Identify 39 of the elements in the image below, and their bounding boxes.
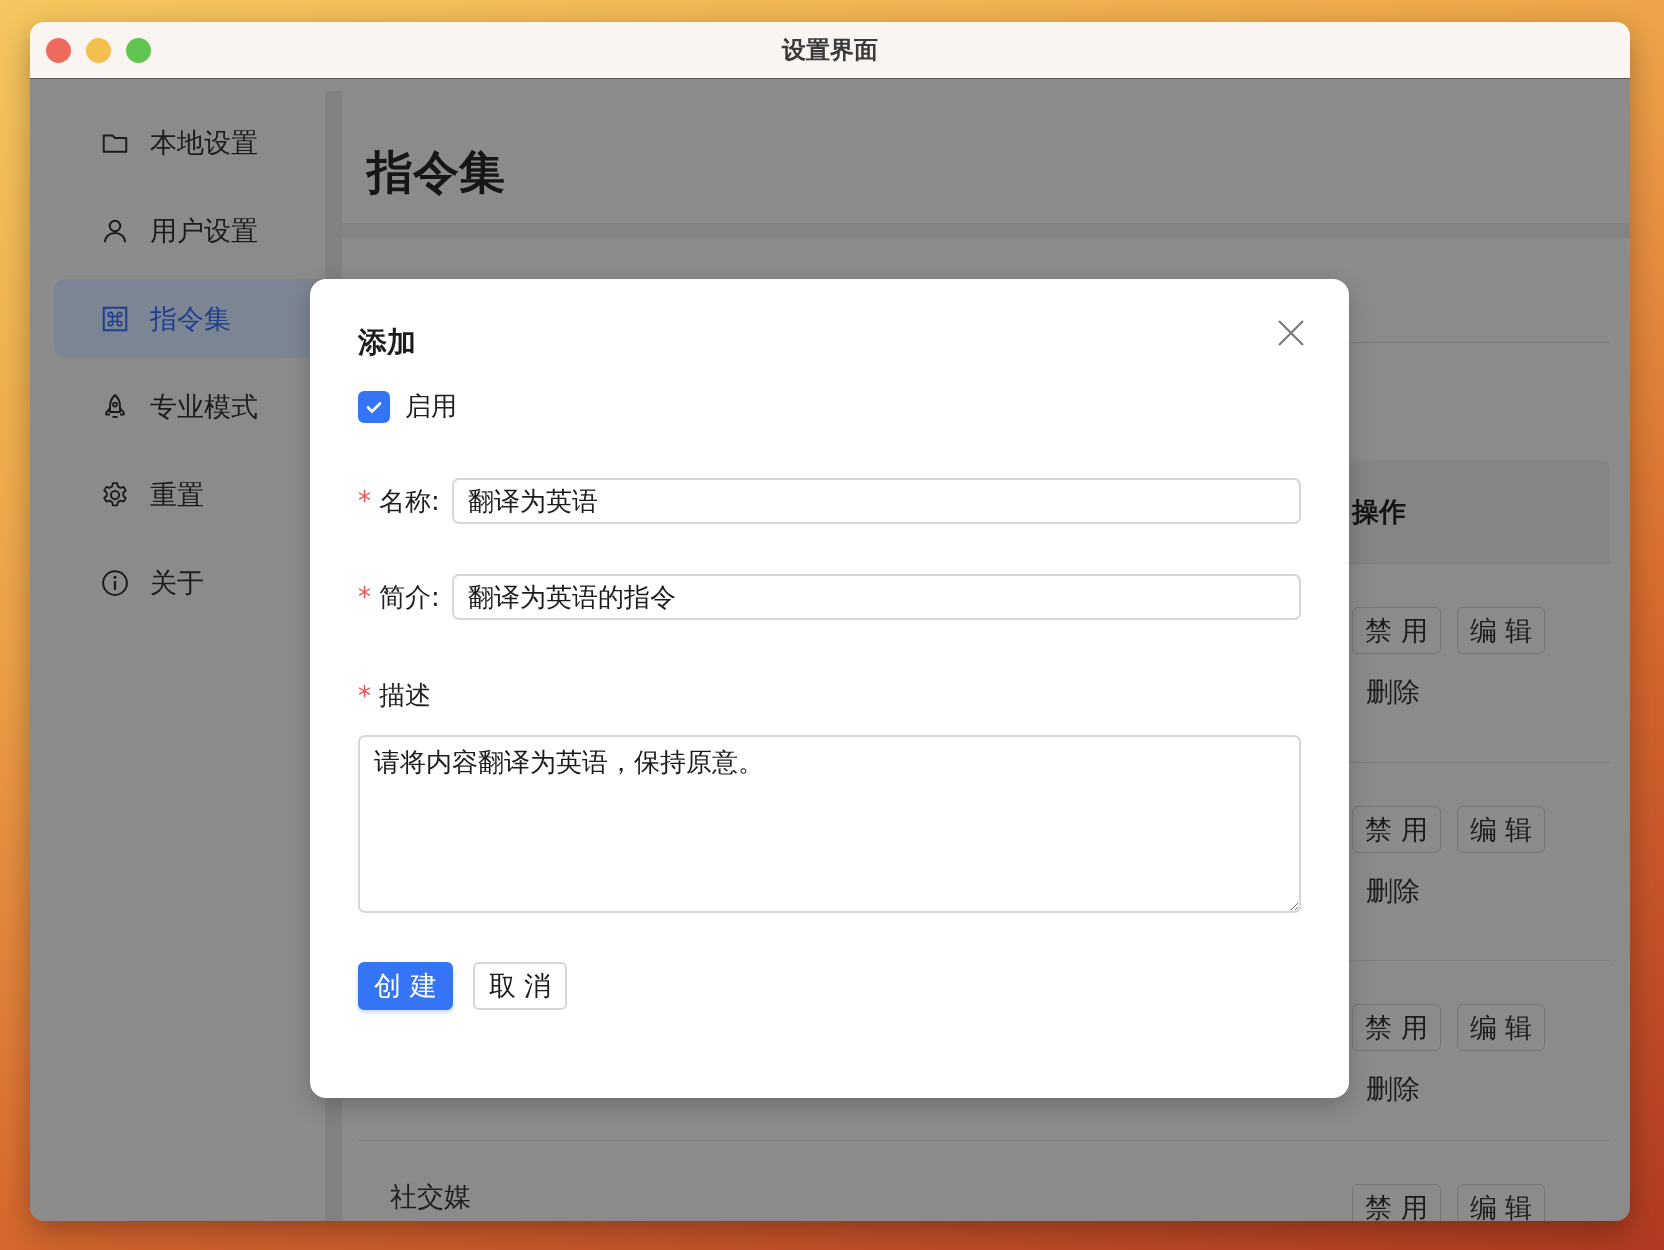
table-cell: 社交媒 (390, 1181, 471, 1212)
sidebar-item[interactable]: 重置 (54, 455, 325, 534)
description-textarea[interactable]: 请将内容翻译为英语，保持原意。 (358, 735, 1301, 913)
sidebar-item[interactable]: 本地设置 (54, 103, 325, 182)
create-button[interactable]: 创 建 (358, 962, 453, 1010)
required-asterisk: * (358, 680, 371, 711)
cancel-button[interactable]: 取 消 (472, 962, 568, 1010)
dialog-title: 添加 (358, 324, 416, 361)
window-control[interactable] (126, 37, 151, 63)
disable-button[interactable]: 禁 用 (1352, 1184, 1441, 1221)
text-field[interactable]: 翻译为英语的指令 (451, 574, 1301, 620)
disable-button[interactable]: 禁 用 (1352, 806, 1441, 853)
checkbox[interactable] (358, 390, 390, 423)
required-asterisk: * (358, 486, 371, 516)
required-asterisk: * (358, 582, 371, 612)
page-heading: 指令集 (367, 144, 505, 201)
delete-link[interactable]: 删除 (1352, 871, 1420, 911)
window-control[interactable] (46, 37, 71, 63)
field-label: 描述 (379, 679, 431, 712)
checkbox-label: 启用 (405, 390, 457, 423)
text-field[interactable]: 翻译为英语 (451, 478, 1301, 524)
close-icon[interactable] (1277, 319, 1305, 347)
edit-button[interactable]: 编 辑 (1456, 806, 1546, 853)
sidebar-item[interactable]: 用户设置 (54, 191, 325, 270)
edit-button[interactable]: 编 辑 (1456, 1004, 1546, 1051)
field-label: 名称: (379, 484, 440, 518)
delete-link[interactable]: 删除 (1352, 1069, 1420, 1109)
disable-button[interactable]: 禁 用 (1352, 607, 1441, 654)
window-title: 设置界面 (782, 36, 878, 64)
edit-button[interactable]: 编 辑 (1456, 1184, 1546, 1221)
column-header: 操作 (1352, 494, 1406, 529)
sidebar-item[interactable]: 关于 (54, 543, 325, 622)
disable-button[interactable]: 禁 用 (1352, 1004, 1441, 1051)
field-label: 简介: (379, 580, 440, 614)
window-control[interactable] (86, 37, 111, 63)
edit-button[interactable]: 编 辑 (1456, 607, 1546, 654)
delete-link[interactable]: 删除 (1352, 672, 1420, 712)
info-icon (100, 567, 130, 598)
sidebar-item[interactable]: 专业模式 (54, 367, 325, 446)
